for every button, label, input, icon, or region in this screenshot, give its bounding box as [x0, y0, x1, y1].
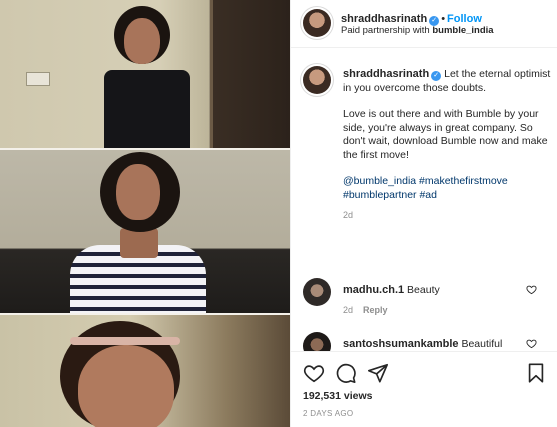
- comment-bubble-icon[interactable]: [335, 362, 357, 384]
- follow-button[interactable]: Follow: [447, 13, 482, 25]
- heart-icon[interactable]: [303, 362, 325, 384]
- caption-second-paragraph: Love is out there and with Bumble by you…: [343, 108, 548, 161]
- caption-username[interactable]: shraddhasrinath: [343, 68, 429, 80]
- caption-first-paragraph: shraddhasrinath ✓ Let the eternal optimis…: [343, 68, 553, 95]
- hashtag-link[interactable]: #ad: [419, 189, 437, 201]
- post-media[interactable]: [0, 0, 290, 427]
- headband: [70, 337, 180, 345]
- hashtag-link[interactable]: #makethefirstmove: [419, 175, 508, 187]
- comment-item: santoshsumankamble Beautiful: [303, 332, 551, 351]
- comment-body: Beautiful: [461, 338, 503, 350]
- post-timestamp[interactable]: 2 DAYS AGO: [303, 409, 353, 418]
- figure-neck: [120, 228, 158, 258]
- commenter-username[interactable]: madhu.ch.1: [343, 284, 404, 296]
- commenter-avatar[interactable]: [303, 278, 331, 306]
- commenter-avatar[interactable]: [303, 332, 331, 351]
- comment-like-heart-icon[interactable]: [526, 338, 537, 349]
- post-sidebar: shraddhasrinath ✓ • Follow Paid partnership…: [290, 0, 557, 427]
- comment-meta: 2d Reply: [343, 305, 388, 315]
- figure-face: [124, 18, 160, 64]
- partnership-text: Paid partnership with: [341, 25, 430, 36]
- partner-link[interactable]: bumble_india: [432, 25, 493, 36]
- partnership-label: Paid partnership with bumble_india: [341, 25, 494, 36]
- caption-tags: @bumble_india #makethefirstmove #bumblep…: [343, 175, 553, 202]
- media-panel-2: [0, 150, 290, 313]
- figure-face: [116, 164, 160, 220]
- separator-dot: •: [441, 13, 446, 25]
- mention-link[interactable]: @bumble_india: [343, 175, 416, 187]
- figure-top: [104, 70, 190, 148]
- comment-time[interactable]: 2d: [343, 305, 353, 315]
- commenter-username[interactable]: santoshsumankamble: [343, 338, 459, 350]
- post-header: shraddhasrinath ✓ • Follow Paid partnership…: [291, 0, 557, 48]
- media-panel-3: [0, 315, 290, 427]
- bookmark-icon[interactable]: [525, 362, 547, 384]
- figure-face: [78, 345, 174, 427]
- comment-like-heart-icon[interactable]: [526, 284, 537, 295]
- comments-area[interactable]: shraddhasrinath ✓ Let the eternal optimis…: [291, 49, 557, 351]
- verified-badge-icon: ✓: [431, 71, 442, 81]
- view-count[interactable]: 192,531 views: [303, 390, 372, 402]
- reply-button[interactable]: Reply: [363, 305, 388, 315]
- instagram-post-view: shraddhasrinath ✓ • Follow Paid partnership…: [0, 0, 557, 427]
- caption-body: shraddhasrinath ✓ Let the eternal optimis…: [343, 68, 553, 223]
- paper-plane-icon[interactable]: [367, 362, 389, 384]
- door: [210, 0, 290, 148]
- hashtag-link[interactable]: #bumblepartner: [343, 189, 417, 201]
- comment-text: madhu.ch.1 Beauty: [343, 284, 440, 296]
- wall-switch: [26, 72, 50, 86]
- author-avatar[interactable]: [303, 9, 331, 37]
- caption-avatar[interactable]: [303, 66, 331, 94]
- media-panel-1: [0, 0, 290, 148]
- comment-item: madhu.ch.1 Beauty 2d Reply: [303, 278, 551, 318]
- comment-text: santoshsumankamble Beautiful: [343, 338, 502, 350]
- comment-body: Beauty: [407, 284, 440, 296]
- author-username[interactable]: shraddhasrinath: [341, 13, 427, 25]
- post-actions: 192,531 views 2 DAYS AGO: [291, 351, 557, 427]
- caption-time[interactable]: 2d: [343, 209, 553, 223]
